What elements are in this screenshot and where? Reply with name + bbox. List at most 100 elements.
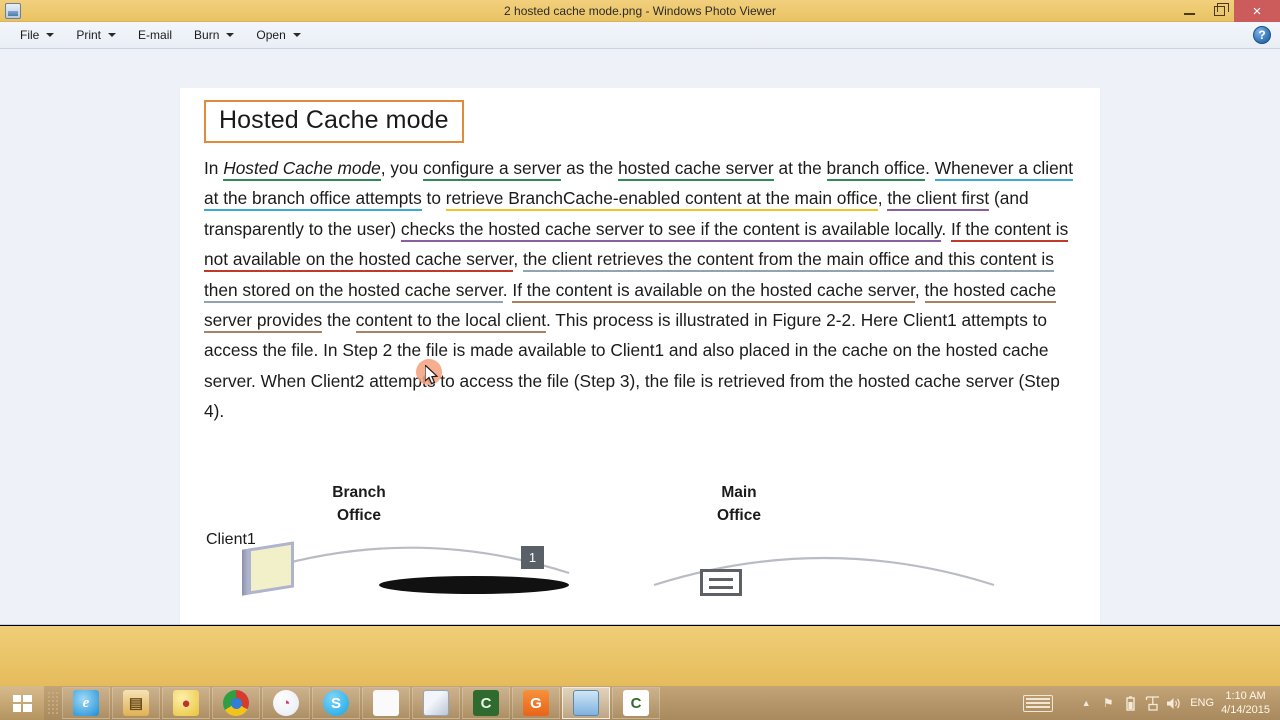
menu-item-burn[interactable]: Burn <box>188 24 240 46</box>
show-hidden-icons-button[interactable]: ▲ <box>1075 698 1097 708</box>
camtasia-recorder-icon: C <box>623 690 649 716</box>
text-run: . <box>502 279 513 300</box>
menu-item-burn-label: Burn <box>194 28 220 42</box>
text-run: In <box>204 158 224 178</box>
text-run-highlighted: the client first <box>887 188 990 212</box>
internet-explorer-icon: e <box>73 690 99 716</box>
battery-icon[interactable] <box>1119 695 1141 711</box>
menu-item-print[interactable]: Print <box>70 24 122 46</box>
screen: 2 hosted cache mode.png - Windows Photo … <box>0 0 1280 720</box>
taskbar-item-app-grid[interactable] <box>362 687 410 719</box>
taskbar-item-internet-explorer[interactable]: e <box>62 687 110 719</box>
text-run-highlighted: hosted cache server <box>618 158 774 181</box>
menu-bar: File Print E-mail Burn Open ? <box>0 22 1280 49</box>
text-run-highlighted: retrieve BranchCache-enabled content at … <box>445 188 878 212</box>
taskbar-item-google-chrome[interactable] <box>212 687 260 719</box>
pdf-reader-icon: G <box>523 690 549 716</box>
text-run: , <box>513 249 523 270</box>
chevron-down-icon <box>46 33 55 37</box>
chevron-down-icon <box>292 33 301 37</box>
text-run: as the <box>561 158 619 178</box>
mouse-cursor <box>416 359 450 393</box>
text-run-highlighted: If the content is available on the hoste… <box>512 279 915 303</box>
taskbar-item-camtasia-studio[interactable]: C <box>462 687 510 719</box>
figure-diagram: Branch Office Main Office Client1 1 <box>204 473 1084 624</box>
start-button[interactable] <box>0 686 44 720</box>
snipping-tool-icon <box>423 690 449 716</box>
image-canvas[interactable]: Hosted Cache mode In Hosted Cache mode, … <box>0 49 1280 625</box>
step-badge-1: 1 <box>521 546 544 569</box>
displayed-image: Hosted Cache mode In Hosted Cache mode, … <box>180 88 1100 624</box>
text-run-highlighted: checks the hosted cache server to see if… <box>400 218 942 242</box>
main-office-label: Main Office <box>717 484 761 524</box>
text-run-highlighted: configure a server <box>423 158 562 181</box>
text-run: to <box>421 188 446 209</box>
camtasia-studio-icon: C <box>473 690 499 716</box>
text-run: . <box>941 218 952 239</box>
taskbar-item-pdf-reader[interactable]: G <box>512 687 560 719</box>
client1-laptop-icon <box>242 541 300 597</box>
system-tray: ▲ ⚑ ENG 1:10 AM 4/14/2015 <box>1023 686 1280 720</box>
taskbar-grip[interactable] <box>47 691 59 715</box>
menu-item-print-label: Print <box>76 28 102 42</box>
menu-item-open-label: Open <box>256 28 286 42</box>
restore-button[interactable] <box>1204 0 1234 22</box>
clock[interactable]: 1:10 AM 4/14/2015 <box>1221 689 1276 717</box>
close-button[interactable]: × <box>1234 0 1280 22</box>
text-run: , <box>914 279 925 300</box>
window-title: 2 hosted cache mode.png - Windows Photo … <box>504 4 776 18</box>
text-run: . <box>925 158 935 178</box>
language-indicator[interactable]: ENG <box>1190 697 1214 709</box>
skype-icon: S <box>323 690 349 716</box>
menu-item-file[interactable]: File <box>14 24 60 46</box>
body-paragraph: In Hosted Cache mode, you configure a se… <box>204 153 1076 427</box>
text-run-highlighted: content to the local client <box>355 310 546 334</box>
cursor-arrow-icon <box>425 365 439 385</box>
taskbar-item-skype[interactable]: S <box>312 687 360 719</box>
paint-icon: ● <box>173 690 199 716</box>
text-run-highlighted: Hosted Cache mode <box>223 158 381 181</box>
branch-office-label: Branch Office <box>332 484 386 524</box>
title-bar: 2 hosted cache mode.png - Windows Photo … <box>0 0 1280 22</box>
photo-viewer-icon <box>573 690 599 716</box>
taskbar-item-camtasia-recorder[interactable]: C <box>612 687 660 719</box>
menu-item-open[interactable]: Open <box>250 24 306 46</box>
text-run: , <box>877 188 888 209</box>
minimize-icon <box>1183 13 1195 15</box>
main-office-server-icon <box>700 569 742 596</box>
window-controls: × <box>1174 0 1280 22</box>
menu-item-file-label: File <box>20 28 40 42</box>
taskbar: e ▤ ● ◔ S C G C ▲ ⚑ ENG 1:10 AM 4/14/201… <box>0 686 1280 720</box>
chrome-icon <box>223 690 249 716</box>
file-explorer-icon: ▤ <box>123 690 149 716</box>
chevron-down-icon <box>108 33 117 37</box>
taskbar-item-file-explorer[interactable]: ▤ <box>112 687 160 719</box>
taskbar-item-snipping-tool[interactable] <box>412 687 460 719</box>
clock-date: 4/14/2015 <box>1221 704 1270 716</box>
page-title-box: Hosted Cache mode <box>204 100 464 143</box>
menu-item-email-label: E-mail <box>138 28 173 42</box>
action-center-flag-icon[interactable]: ⚑ <box>1097 696 1119 710</box>
text-run: , you <box>380 158 424 178</box>
maxthon-icon: ◔ <box>273 690 299 716</box>
menu-item-email[interactable]: E-mail <box>132 24 178 46</box>
keyboard-icon[interactable] <box>1023 694 1054 712</box>
text-run: at the <box>773 158 827 178</box>
document-content: Hosted Cache mode In Hosted Cache mode, … <box>204 100 1084 427</box>
text-run-highlighted: branch office <box>826 158 926 181</box>
page-title: Hosted Cache mode <box>219 106 449 134</box>
chevron-down-icon <box>226 33 235 37</box>
minimize-button[interactable] <box>1174 0 1204 22</box>
taskbar-item-maxthon-browser[interactable]: ◔ <box>262 687 310 719</box>
text-run: the <box>322 310 356 331</box>
network-icon[interactable] <box>1141 695 1163 711</box>
volume-icon[interactable] <box>1163 696 1185 711</box>
viewer-toolbar: ⏮ ⏭ ↺ ↻ ✕ <box>0 626 1280 686</box>
help-icon[interactable]: ? <box>1253 26 1271 44</box>
app-grid-icon <box>373 690 399 716</box>
taskbar-item-paint[interactable]: ● <box>162 687 210 719</box>
clock-time: 1:10 AM <box>1225 690 1266 702</box>
restore-icon <box>1213 3 1229 16</box>
windows-logo-icon <box>12 694 32 712</box>
taskbar-item-windows-photo-viewer[interactable] <box>562 687 610 719</box>
